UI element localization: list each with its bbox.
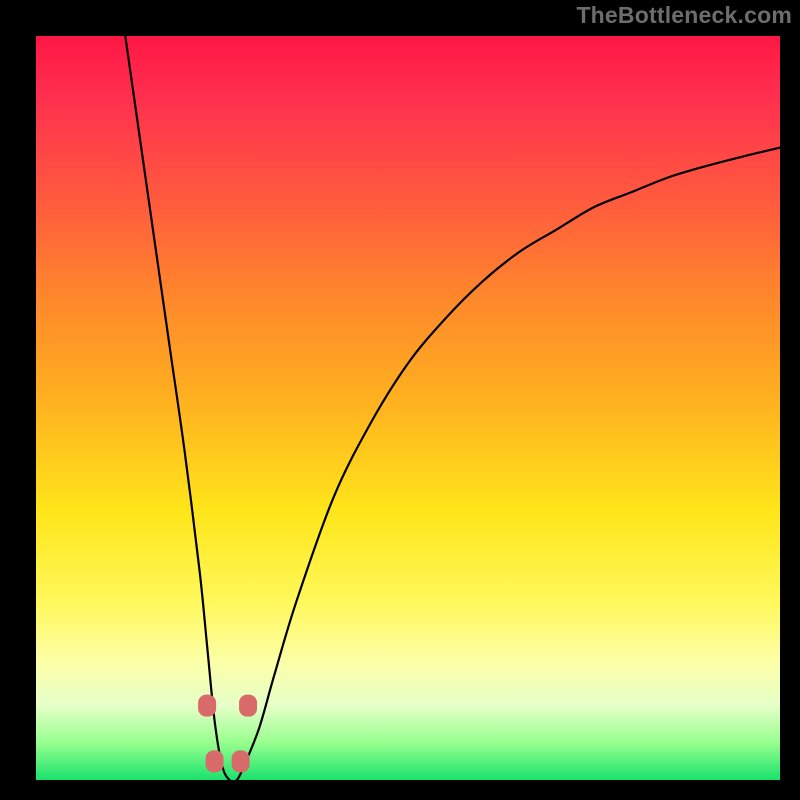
watermark-text: TheBottleneck.com (576, 2, 792, 29)
curve-marker (239, 695, 257, 717)
bottleneck-curve (125, 36, 780, 780)
curve-marker (232, 750, 250, 772)
chart-frame: TheBottleneck.com (0, 0, 800, 800)
curve-markers (198, 695, 257, 773)
curve-marker (198, 695, 216, 717)
curve-marker (206, 750, 224, 772)
plot-area (36, 36, 780, 780)
curve-layer (36, 36, 780, 780)
